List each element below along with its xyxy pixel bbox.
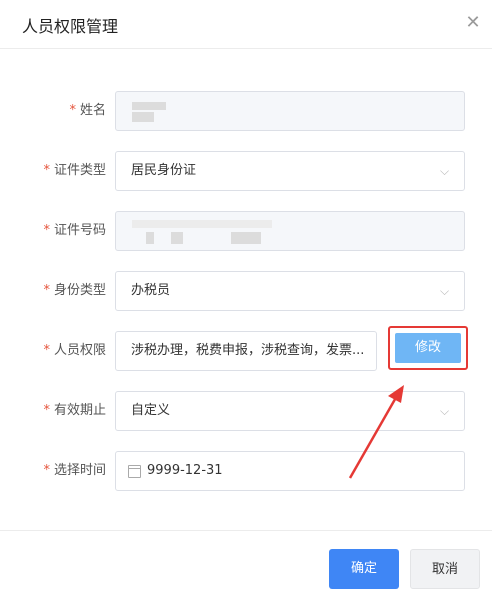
redacted-text xyxy=(231,232,261,244)
date-picker-input[interactable]: 9999-12-31 xyxy=(115,451,465,491)
edit-permissions-button[interactable]: 修改 xyxy=(395,333,461,363)
identity-type-label: * 身份类型 xyxy=(43,283,106,298)
name-field xyxy=(115,91,465,131)
redacted-text xyxy=(171,232,183,244)
dialog-footer: 确定 取消 xyxy=(0,530,492,595)
permissions-value: 涉税办理，税费申报，涉税查询，发票... xyxy=(131,343,365,358)
redacted-text xyxy=(146,232,154,244)
row-permissions: * 人员权限 涉税办理，税费申报，涉税查询，发票... 修改 xyxy=(0,326,492,371)
id-type-label: * 证件类型 xyxy=(43,163,106,178)
calendar-icon xyxy=(128,465,141,478)
chevron-down-icon: ⌵ xyxy=(440,164,450,178)
validity-label: * 有效期止 xyxy=(43,403,106,418)
edit-highlight-box: 修改 xyxy=(388,326,468,370)
id-type-value: 居民身份证 xyxy=(131,163,197,178)
permissions-label: * 人员权限 xyxy=(43,343,106,358)
validity-value: 自定义 xyxy=(131,403,171,418)
date-value: 9999-12-31 xyxy=(147,463,223,478)
dialog-title: 人员权限管理 xyxy=(22,17,119,36)
identity-type-select[interactable]: 办税员 ⌵ xyxy=(115,271,465,311)
row-identity-type: * 身份类型 办税员 ⌵ xyxy=(0,271,492,311)
row-name: * 姓名 xyxy=(0,91,492,131)
validity-select[interactable]: 自定义 ⌵ xyxy=(115,391,465,431)
row-validity: * 有效期止 自定义 ⌵ xyxy=(0,391,492,431)
row-id-number: * 证件号码 xyxy=(0,211,492,251)
redacted-text xyxy=(132,102,166,110)
select-time-label: * 选择时间 xyxy=(43,463,106,478)
dialog-header: 人员权限管理 ✕ xyxy=(0,0,492,49)
row-id-type: * 证件类型 居民身份证 ⌵ xyxy=(0,151,492,191)
row-select-time: * 选择时间 9999-12-31 xyxy=(0,451,492,491)
cancel-button[interactable]: 取消 xyxy=(410,549,480,589)
redacted-text xyxy=(132,112,154,122)
permissions-field[interactable]: 涉税办理，税费申报，涉税查询，发票... xyxy=(115,331,377,371)
name-label: * 姓名 xyxy=(69,103,106,118)
identity-type-value: 办税员 xyxy=(131,283,171,298)
id-number-label: * 证件号码 xyxy=(43,223,106,238)
chevron-down-icon: ⌵ xyxy=(440,284,450,298)
permission-dialog: 人员权限管理 ✕ * 姓名 * 证件类型 居民身份证 ⌵ * 证件号码 * 身份类型 办… xyxy=(0,0,492,594)
redacted-text xyxy=(132,220,272,228)
chevron-down-icon: ⌵ xyxy=(440,404,450,418)
id-type-select[interactable]: 居民身份证 ⌵ xyxy=(115,151,465,191)
id-number-field xyxy=(115,211,465,251)
close-icon[interactable]: ✕ xyxy=(464,14,482,32)
confirm-button[interactable]: 确定 xyxy=(329,549,399,589)
